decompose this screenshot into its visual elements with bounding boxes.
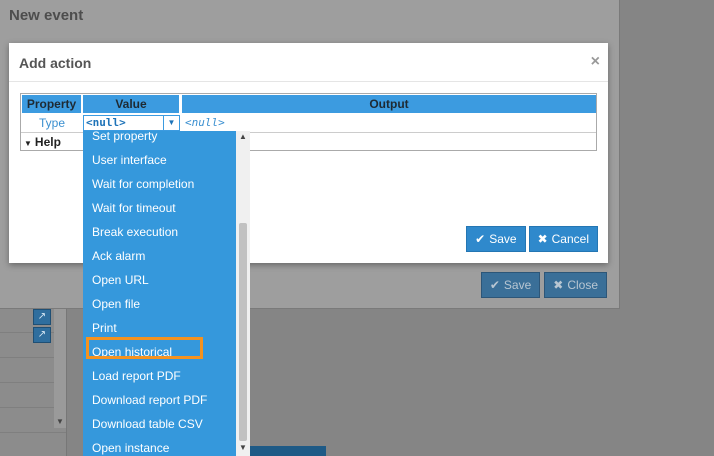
- dropdown-option[interactable]: Wait for completion: [83, 172, 235, 196]
- caret-down-icon[interactable]: ▼: [163, 116, 179, 130]
- type-output-value: <null>: [185, 116, 225, 129]
- property-type-label: Type: [39, 116, 66, 130]
- cancel-label: Cancel: [551, 232, 589, 246]
- check-icon: ✔: [475, 232, 486, 246]
- help-label: Help: [34, 135, 61, 149]
- dropdown-option[interactable]: Print: [83, 316, 235, 340]
- new-event-save-label: Save: [503, 278, 532, 292]
- external-link-icon[interactable]: ↗: [33, 327, 51, 343]
- dropdown-option[interactable]: Download report PDF: [83, 388, 235, 412]
- new-event-footer: ✔ Save ✖ Close: [480, 272, 607, 298]
- scroll-down-arrow-icon[interactable]: ▼: [236, 443, 250, 452]
- dropdown-option[interactable]: Load report PDF: [83, 364, 235, 388]
- dropdown-option[interactable]: Set property: [83, 131, 235, 148]
- modal-footer: ✔ Save ✖ Cancel: [466, 226, 598, 252]
- type-select-value: <null>: [86, 116, 126, 129]
- dropdown-option[interactable]: Ack alarm: [83, 244, 235, 268]
- external-link-icon[interactable]: ↗: [33, 309, 51, 325]
- new-event-close-label: Close: [567, 278, 598, 292]
- column-header-output: Output: [182, 95, 596, 113]
- help-toggle: ▼ Help: [24, 135, 61, 149]
- check-icon: ✔: [489, 278, 500, 292]
- dropdown-option[interactable]: Open URL: [83, 268, 235, 292]
- dropdown-option[interactable]: Download table CSV: [83, 412, 235, 436]
- x-icon: ✖: [553, 278, 564, 292]
- dropdown-option[interactable]: Wait for timeout: [83, 196, 235, 220]
- dropdown-scrollbar[interactable]: ▲ ▼: [236, 131, 250, 456]
- dropdown-option[interactable]: User interface: [83, 148, 235, 172]
- modal-title: Add action: [19, 55, 92, 71]
- type-dropdown-list[interactable]: Set property User interface Wait for compl…: [83, 131, 250, 456]
- close-icon[interactable]: ×: [591, 53, 600, 71]
- cancel-button[interactable]: ✖ Cancel: [528, 226, 598, 252]
- save-label: Save: [489, 232, 517, 246]
- background-scrollbar[interactable]: ▼: [54, 308, 66, 428]
- scroll-down-arrow-icon[interactable]: ▼: [54, 417, 66, 426]
- new-event-title: New event: [9, 7, 84, 24]
- new-event-save-button[interactable]: ✔ Save: [480, 272, 541, 298]
- caret-down-icon: ▼: [24, 139, 32, 148]
- save-button[interactable]: ✔ Save: [466, 226, 526, 252]
- scroll-up-arrow-icon[interactable]: ▲: [236, 132, 250, 141]
- column-header-property: Property: [22, 95, 82, 113]
- scrollbar-thumb[interactable]: [239, 223, 247, 441]
- dropdown-option[interactable]: Break execution: [83, 220, 235, 244]
- dropdown-option[interactable]: Open file: [83, 292, 235, 316]
- new-event-close-button[interactable]: ✖ Close: [544, 272, 607, 298]
- type-select[interactable]: <null> ▼: [83, 115, 180, 131]
- table-header: Property Value Output: [21, 94, 596, 114]
- modal-header: Add action ×: [9, 43, 608, 82]
- dropdown-option[interactable]: Open historical: [83, 340, 235, 364]
- x-icon: ✖: [537, 232, 548, 246]
- dropdown-options: Set property User interface Wait for compl…: [83, 131, 235, 456]
- dropdown-option[interactable]: Open instance: [83, 436, 235, 456]
- column-header-value: Value: [83, 95, 180, 113]
